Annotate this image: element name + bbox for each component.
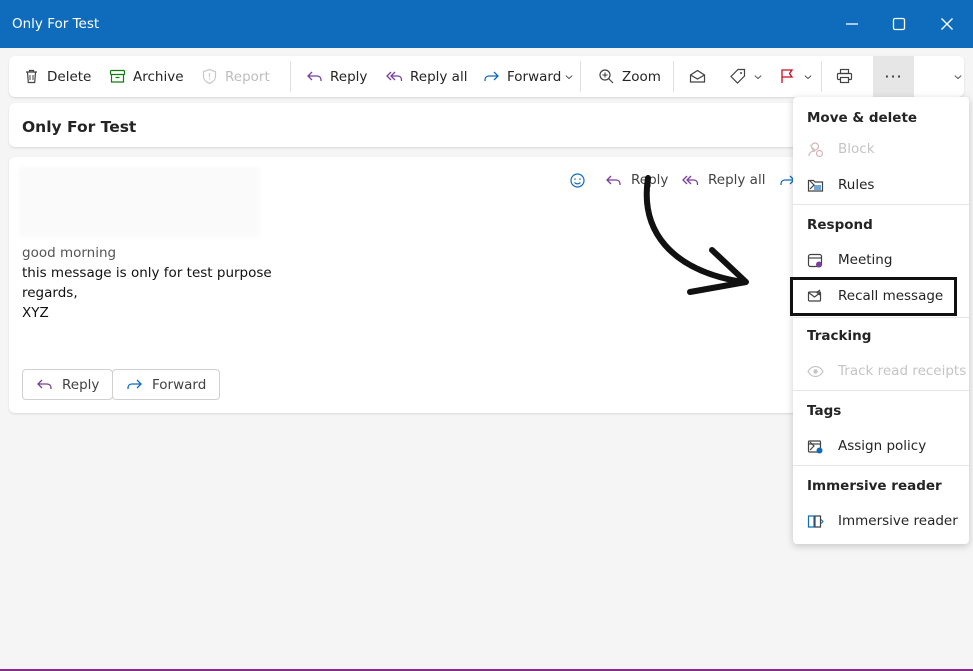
archive-button[interactable]: Archive <box>109 56 184 97</box>
menu-divider <box>793 204 969 205</box>
eye-icon <box>807 365 824 377</box>
report-button[interactable]: Report <box>201 56 270 97</box>
menu-item-meeting[interactable]: Meeting <box>793 245 969 275</box>
chevron-right-icon <box>809 144 815 154</box>
forward-icon <box>484 71 499 81</box>
bottom-reply-label: Reply <box>62 376 100 393</box>
subject-title: Only For Test <box>22 118 137 136</box>
menu-divider <box>793 390 969 391</box>
annotation-highlight-box <box>790 277 957 316</box>
zoom-label: Zoom <box>622 68 661 85</box>
title-bar: Only For Test <box>0 0 973 48</box>
toolbar-divider <box>290 61 291 92</box>
menu-item-label: Rules <box>838 177 875 193</box>
menu-divider <box>793 317 969 318</box>
chevron-down-icon <box>754 74 762 79</box>
chevron-down-icon <box>954 74 962 79</box>
forward-icon <box>127 379 142 389</box>
delete-label: Delete <box>47 68 92 85</box>
forward-dropdown[interactable] <box>564 56 581 97</box>
chevron-down-icon <box>804 74 812 79</box>
print-button[interactable] <box>836 56 860 97</box>
window-title: Only For Test <box>12 16 100 32</box>
archive-label: Archive <box>133 68 184 85</box>
reply-icon <box>307 71 322 81</box>
sender-info-redacted <box>19 167 259 237</box>
menu-divider <box>793 465 969 466</box>
menu-item-track-read-receipts[interactable]: Track read receipts <box>793 356 969 386</box>
more-label: ··· <box>884 67 903 86</box>
archive-icon <box>109 69 126 83</box>
menu-item-rules[interactable]: Rules <box>793 170 969 200</box>
delete-button[interactable]: Delete <box>23 56 91 97</box>
reply-all-button[interactable]: Reply all <box>386 56 467 97</box>
immersive-reader-icon <box>807 514 824 528</box>
trash-icon <box>26 69 37 84</box>
toolbar-divider <box>580 61 581 92</box>
toolbar-divider <box>821 61 822 92</box>
message-body: good morning this message is only for te… <box>22 243 272 323</box>
menu-item-block[interactable]: Block <box>793 134 969 164</box>
meeting-icon <box>807 253 823 267</box>
menu-item-immersive-reader[interactable]: Immersive reader <box>793 506 969 536</box>
bottom-reply-button[interactable]: Reply <box>22 369 114 400</box>
body-line: regards, <box>22 285 78 301</box>
menu-section-header: Immersive reader <box>807 478 942 494</box>
body-line: this message is only for test purpose <box>22 265 272 281</box>
menu-section-header: Respond <box>807 217 873 233</box>
zoom-button[interactable]: Zoom <box>598 56 661 97</box>
reply-icon <box>606 175 621 185</box>
chevron-right-icon <box>809 180 815 190</box>
shield-icon <box>202 68 217 85</box>
body-line: XYZ <box>22 305 49 321</box>
report-label: Report <box>225 68 270 85</box>
smiley-icon <box>570 172 585 188</box>
toolbar-divider <box>673 61 674 92</box>
reply-all-icon <box>386 71 403 81</box>
menu-section-header: Move & delete <box>807 110 918 126</box>
tag-icon <box>730 68 746 84</box>
toolbar-expand[interactable] <box>953 56 970 97</box>
chevron-down-icon <box>565 74 573 79</box>
menu-item-label: Immersive reader <box>838 513 958 529</box>
menu-item-label: Track read receipts <box>838 363 967 379</box>
categorize-button[interactable] <box>729 56 770 97</box>
body-line: good morning <box>22 245 117 261</box>
reply-icon <box>37 379 52 389</box>
menu-item-label: Assign policy <box>838 438 927 454</box>
reply-all-label: Reply all <box>410 68 468 85</box>
maximize-icon[interactable] <box>889 14 909 34</box>
forward-button[interactable]: Forward <box>483 56 561 97</box>
menu-item-assign-policy[interactable]: Assign policy <box>793 431 969 461</box>
close-icon[interactable] <box>937 14 957 34</box>
bottom-forward-button[interactable]: Forward <box>112 369 221 400</box>
forward-label: Forward <box>507 68 562 85</box>
mark-read-button[interactable] <box>689 56 713 97</box>
more-options-button[interactable]: ··· <box>873 56 914 97</box>
emoji-react-button[interactable] <box>569 157 595 203</box>
chevron-right-icon <box>809 441 815 451</box>
reply-button[interactable]: Reply <box>306 56 367 97</box>
minimize-icon[interactable] <box>842 14 862 34</box>
envelope-open-icon <box>689 69 706 83</box>
more-options-menu: Move & delete Block Rules Respond Meetin… <box>793 97 969 544</box>
reply-label: Reply <box>330 68 368 85</box>
annotation-arrow <box>643 175 749 295</box>
printer-icon <box>836 68 853 84</box>
menu-section-header: Tracking <box>807 328 872 344</box>
bottom-forward-label: Forward <box>152 376 207 393</box>
flag-icon <box>781 69 794 83</box>
menu-item-label: Meeting <box>838 252 893 268</box>
menu-section-header: Tags <box>807 403 842 419</box>
zoom-icon <box>599 69 614 84</box>
command-toolbar: Delete Archive Report Reply Reply all Fo… <box>9 56 964 97</box>
menu-item-label: Block <box>838 141 875 157</box>
flag-button[interactable] <box>779 56 820 97</box>
